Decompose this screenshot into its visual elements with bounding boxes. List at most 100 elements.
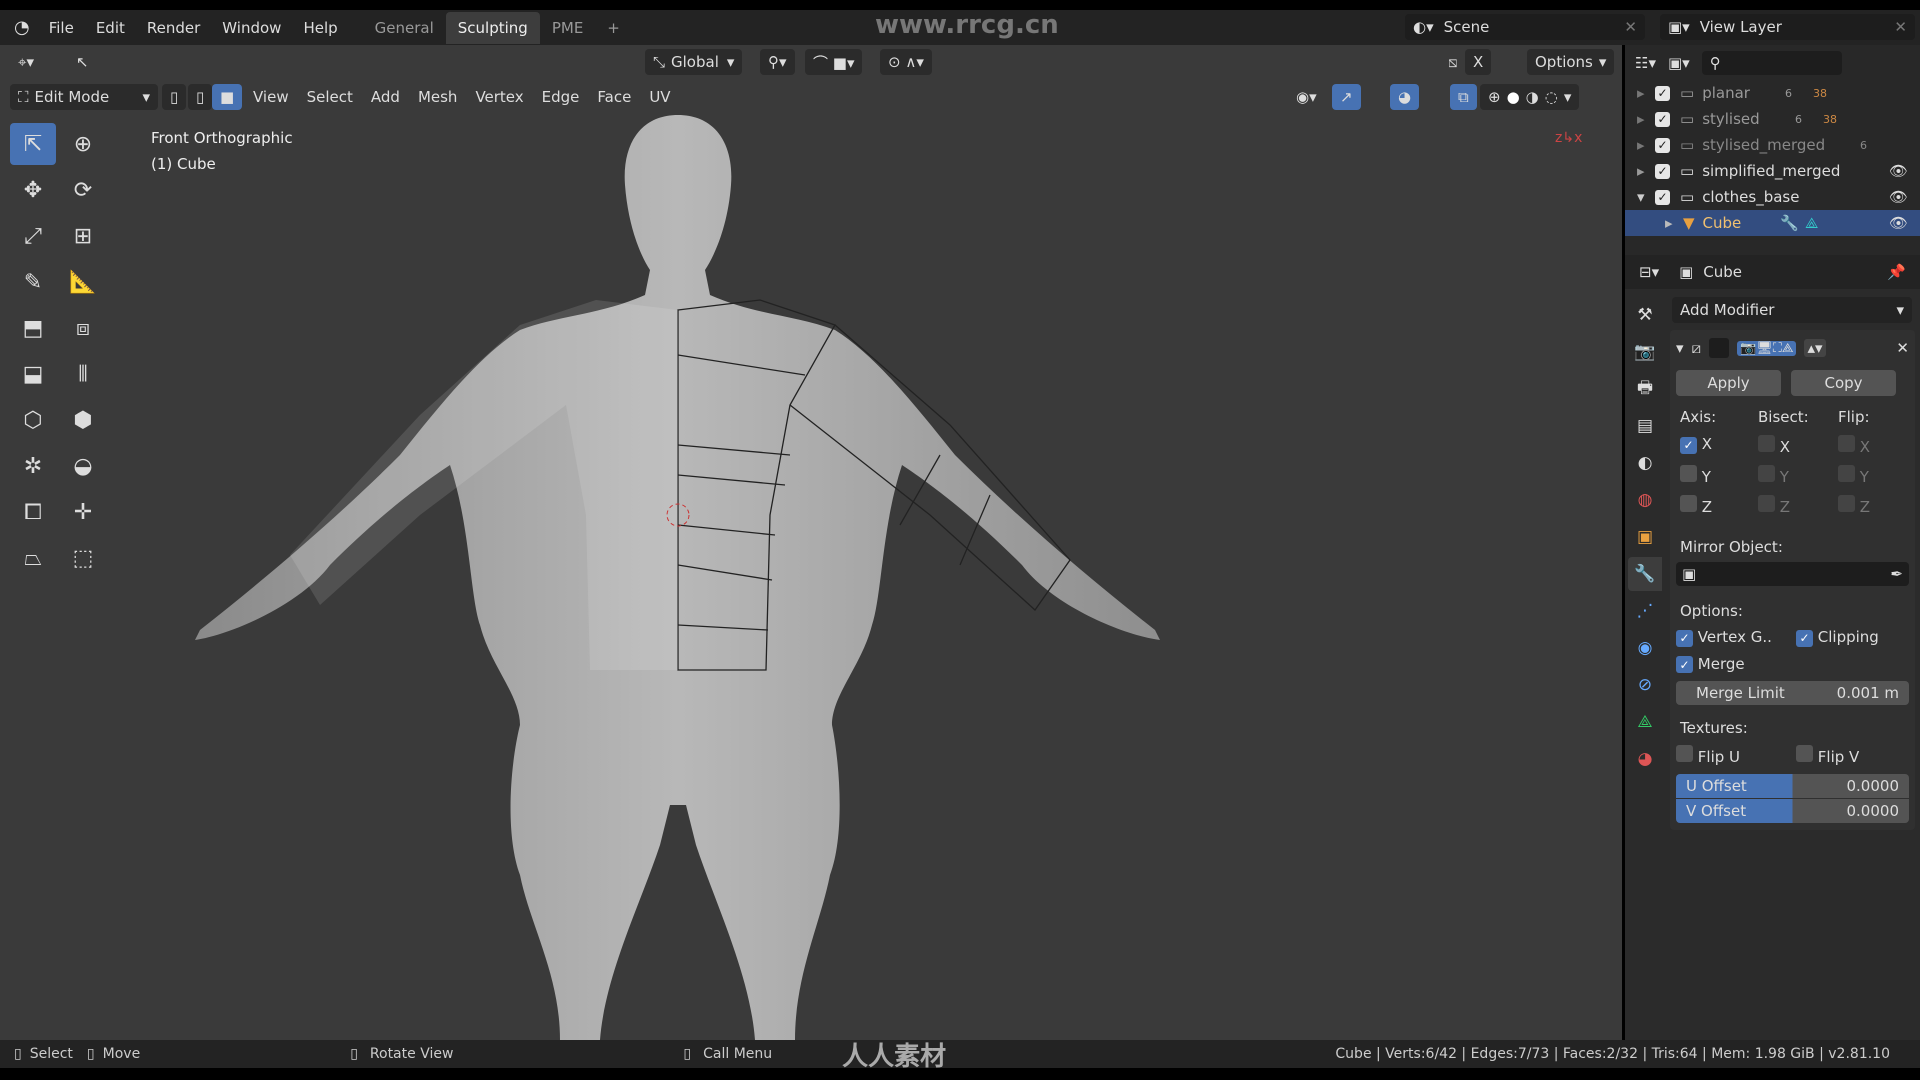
edge-slide-tool-icon[interactable]: ⧠	[10, 491, 56, 533]
modifier-wrench-icon[interactable]: 🔧	[1780, 214, 1799, 232]
menu-edit[interactable]: Edit	[85, 19, 136, 37]
vertex-select-mode-icon[interactable]: ▯	[162, 84, 187, 110]
mode-dropdown[interactable]: ⛶ Edit Mode ▾	[10, 84, 158, 110]
close-icon[interactable]: ✕	[1624, 18, 1637, 36]
bisect-y-checkbox[interactable]: Y	[1758, 465, 1838, 486]
outliner-row-clothes-base[interactable]: ▾ ✓ ▭ clothes_base 👁	[1625, 184, 1920, 210]
select-tool-icon[interactable]: ↖	[68, 49, 97, 75]
mesh-data-icon[interactable]: ⟁	[1805, 214, 1818, 232]
poly-build-tool-icon[interactable]: ⬢	[60, 399, 106, 441]
pin-icon[interactable]: 📌	[1887, 263, 1906, 281]
rotate-tool-icon[interactable]: ⟳	[60, 169, 106, 211]
tab-pme[interactable]: PME	[540, 12, 595, 44]
wireframe-shading-icon[interactable]: ⊕	[1488, 88, 1501, 106]
checkbox-icon[interactable]: ✓	[1655, 111, 1670, 127]
flip-v-checkbox[interactable]: Flip V	[1796, 745, 1859, 766]
material-shading-icon[interactable]: ◑	[1526, 88, 1539, 106]
tab-general[interactable]: General	[363, 12, 446, 44]
pivot-point-icon[interactable]: ⚲▾	[760, 49, 795, 75]
outliner-row-simplified-merged[interactable]: ▸ ✓ ▭ simplified_merged 👁	[1625, 158, 1920, 184]
merge-limit-field[interactable]: Merge Limit 0.001 m	[1676, 681, 1909, 705]
snap-icon[interactable]: ⌒ ■▾	[805, 49, 863, 75]
flip-y-checkbox[interactable]: Y	[1838, 465, 1908, 486]
world-tab-icon[interactable]: ◍	[1628, 483, 1662, 517]
remove-modifier-icon[interactable]: ✕	[1896, 339, 1909, 357]
3d-viewport[interactable]: ⌖▾ ↖ ⤡ Global ▾ ⚲▾ ⌒ ■▾ ⊙ ∧▾ ⧅ X Options ▾ …	[0, 45, 1622, 1040]
checkbox-icon[interactable]: ✓	[1655, 189, 1670, 205]
particles-tab-icon[interactable]: ⋰	[1628, 594, 1662, 628]
view-layer-tab-icon[interactable]: ▤	[1628, 409, 1662, 443]
menu-face[interactable]: Face	[589, 84, 639, 110]
clipping-checkbox[interactable]: ✓ Clipping	[1796, 628, 1879, 647]
merge-checkbox[interactable]: ✓ Merge	[1670, 647, 1915, 673]
outliner-row-stylised[interactable]: ▸ ✓ ▭ stylised 6 38	[1625, 106, 1920, 132]
data-tab-icon[interactable]: ⟁	[1628, 705, 1662, 739]
rip-tool-icon[interactable]: ⬚	[60, 537, 106, 579]
menu-file[interactable]: File	[38, 19, 85, 37]
object-tab-icon[interactable]: ▣	[1628, 520, 1662, 554]
editor-type-icon[interactable]: ⌖▾	[10, 49, 42, 75]
menu-edge[interactable]: Edge	[534, 84, 588, 110]
v-offset-field[interactable]: V Offset 0.0000	[1676, 799, 1909, 823]
eyedropper-icon[interactable]: ✒	[1890, 565, 1903, 583]
copy-button[interactable]: Copy	[1791, 370, 1896, 396]
transform-orientation-dropdown[interactable]: ⤡ Global ▾	[645, 49, 743, 75]
physics-tab-icon[interactable]: ◉	[1628, 631, 1662, 665]
transform-tool-icon[interactable]: ⊞	[60, 215, 106, 257]
render-visibility-icons[interactable]: 📷🖥⛶⟁	[1737, 340, 1797, 356]
flip-u-checkbox[interactable]: Flip U	[1676, 745, 1786, 766]
editor-type-icon[interactable]: ⊟▾	[1639, 263, 1659, 281]
output-tab-icon[interactable]: 🖶	[1628, 372, 1662, 406]
overlays-icon[interactable]: ◕	[1390, 84, 1420, 110]
axis-y-checkbox[interactable]: Y	[1680, 465, 1758, 486]
scene-selector[interactable]: ◐▾ Scene ✕	[1405, 14, 1645, 40]
vertex-groups-checkbox[interactable]: ✓ Vertex G..	[1676, 628, 1786, 647]
flip-z-checkbox[interactable]: Z	[1838, 495, 1908, 516]
outliner-search-input[interactable]: ⚲	[1701, 50, 1842, 75]
menu-window[interactable]: Window	[211, 19, 292, 37]
solid-shading-icon[interactable]: ●	[1507, 88, 1520, 106]
x-mirror-toggle[interactable]: X	[1465, 49, 1492, 75]
measure-tool-icon[interactable]: 📐	[60, 261, 106, 303]
add-workspace-button[interactable]: +	[595, 12, 632, 44]
select-box-tool-icon[interactable]: ⇱	[10, 123, 56, 165]
spin-tool-icon[interactable]: ✲	[10, 445, 56, 487]
view-layer-selector[interactable]: ▣▾ View Layer ✕	[1660, 14, 1915, 40]
apply-button[interactable]: Apply	[1676, 370, 1781, 396]
u-offset-field[interactable]: U Offset 0.0000	[1676, 774, 1909, 798]
axis-x-checkbox[interactable]: ✓ X	[1680, 435, 1758, 456]
loop-cut-tool-icon[interactable]: ⫴	[60, 353, 106, 395]
mirror-object-field[interactable]: ▣ ✒	[1676, 562, 1909, 586]
inset-tool-icon[interactable]: ⧈	[60, 307, 106, 349]
rendered-shading-icon[interactable]: ◌	[1545, 88, 1558, 106]
tab-sculpting[interactable]: Sculpting	[445, 11, 540, 44]
shading-modes[interactable]: ⊕ ● ◑ ◌ ▾	[1480, 84, 1580, 110]
outliner-row-planar[interactable]: ▸ ✓ ▭ planar 6 38	[1625, 80, 1920, 106]
tool-tab-icon[interactable]: ⚒	[1628, 298, 1662, 332]
filter-icon[interactable]: ▣▾	[1668, 54, 1690, 72]
menu-select[interactable]: Select	[299, 84, 361, 110]
outliner-row-cube[interactable]: ▸ ▼ Cube 🔧 ⟁ 👁	[1625, 210, 1920, 236]
collapse-icon[interactable]: ▾	[1676, 339, 1684, 357]
move-up-down-icons[interactable]: ▴▾	[1804, 339, 1826, 357]
outliner-row-stylised-merged[interactable]: ▸ ✓ ▭ stylised_merged 6	[1625, 132, 1920, 158]
knife-tool-icon[interactable]: ⬡	[10, 399, 56, 441]
close-icon[interactable]: ✕	[1894, 18, 1907, 36]
checkbox-icon[interactable]: ✓	[1655, 163, 1670, 179]
flip-x-checkbox[interactable]: X	[1838, 435, 1908, 456]
menu-uv[interactable]: UV	[641, 84, 678, 110]
auto-merge-icon[interactable]: ⧅	[1440, 49, 1466, 75]
blender-logo-icon[interactable]: ◔	[0, 17, 38, 38]
checkbox-icon[interactable]: ✓	[1655, 137, 1670, 153]
checkbox-icon[interactable]: ✓	[1655, 85, 1670, 101]
eye-icon[interactable]: 👁	[1889, 188, 1908, 206]
proportional-edit-icon[interactable]: ⊙ ∧▾	[880, 49, 932, 75]
menu-view[interactable]: View	[245, 84, 297, 110]
add-modifier-dropdown[interactable]: Add Modifier ▾	[1672, 297, 1912, 323]
display-mode-icon[interactable]: ☷▾	[1635, 54, 1656, 72]
menu-help[interactable]: Help	[292, 19, 348, 37]
face-select-mode-icon[interactable]: ■	[212, 84, 243, 110]
axis-z-checkbox[interactable]: Z	[1680, 495, 1758, 516]
modifier-name-field[interactable]	[1709, 338, 1730, 358]
menu-vertex[interactable]: Vertex	[467, 84, 531, 110]
